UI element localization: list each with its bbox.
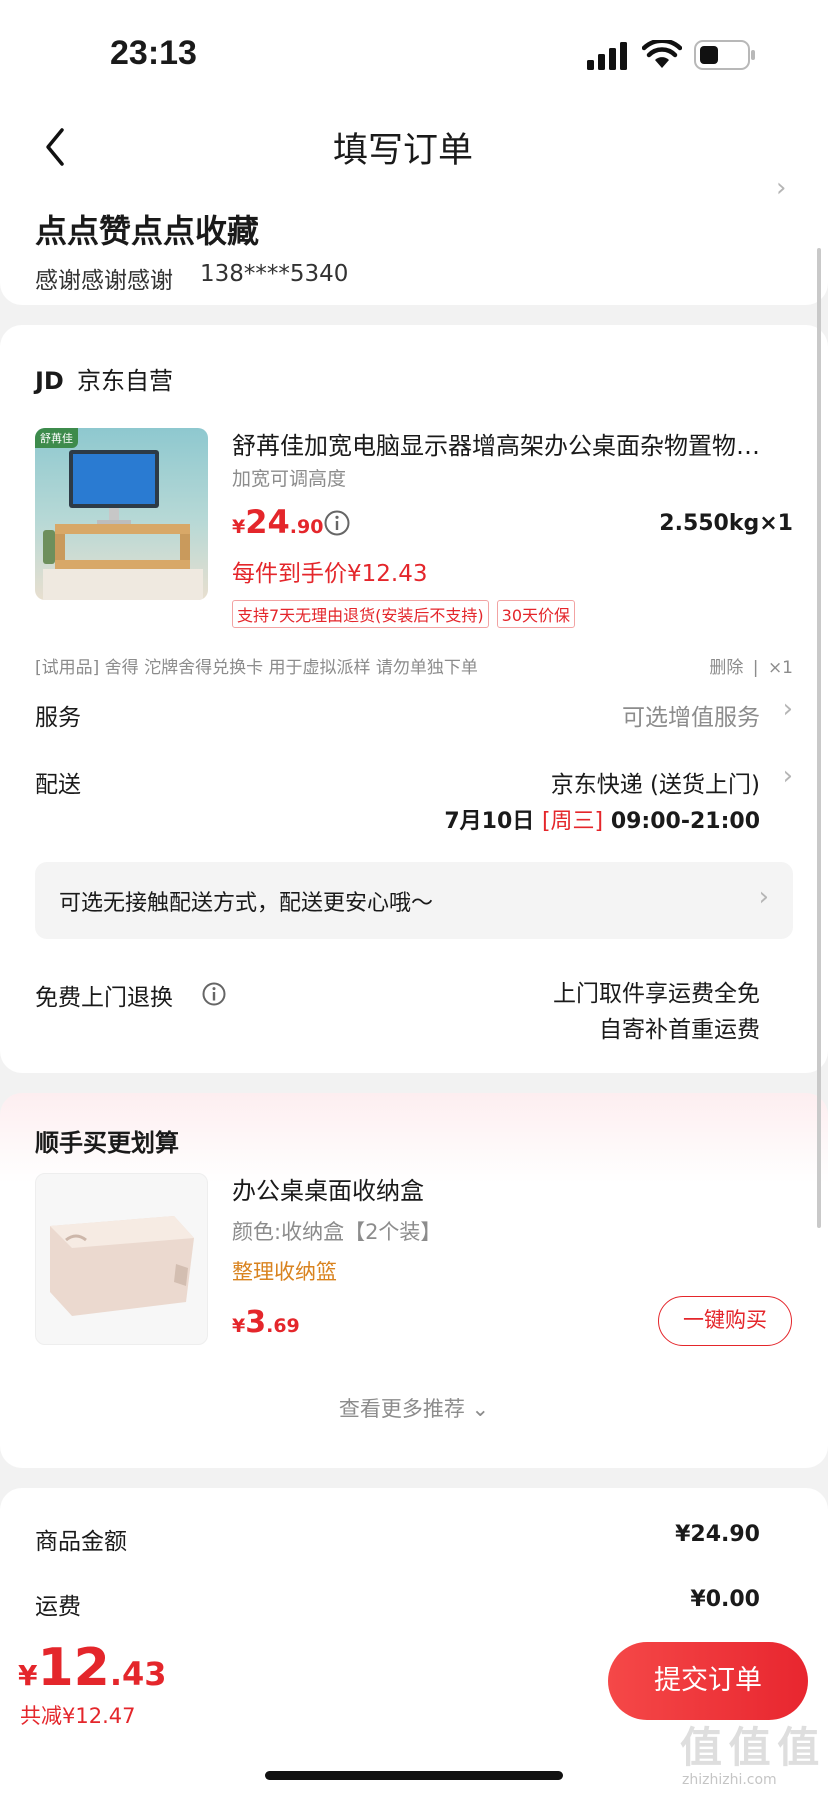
jd-logo-icon: JD <box>35 367 64 395</box>
shop-row: JD 京东自营 <box>35 361 173 396</box>
watermark-logo: 值 值 值 <box>680 1723 819 1772</box>
bottom-bar: ¥12.43 共减¥12.47 提交订单 值 值 值 zhizhizhi.com <box>0 1618 828 1795</box>
address-title: 点点赞点点收藏 <box>35 212 260 250</box>
unit-price: 每件到手价¥12.43 <box>232 561 428 587</box>
recommend-item-price: ¥3.69 <box>232 1305 300 1340</box>
page-title: 填写订单 <box>332 131 473 171</box>
chevron-down-icon: ⌄ <box>471 1397 490 1421</box>
chevron-right-icon: › <box>776 173 787 203</box>
status-time: 23:13 <box>110 34 197 72</box>
scrollbar[interactable] <box>817 248 821 1228</box>
total-price: ¥12.43 <box>18 1638 167 1698</box>
contactless-banner[interactable]: 可选无接触配送方式，配送更安心哦～ › <box>35 862 793 939</box>
trial-quantity: ×1 <box>767 658 793 678</box>
delivery-row[interactable]: 配送 京东快递 (送货上门) › 7月10日 [周三] 09:00-21:00 <box>0 755 828 845</box>
trial-item-text: [试用品] 舍得 沱牌舍得兑换卡 用于虚拟派样 请勿单独下单 <box>35 658 478 678</box>
weight-quantity: 2.550kg×1 <box>659 511 793 536</box>
view-more-label: 查看更多推荐 <box>338 1397 465 1421</box>
recommend-item-name[interactable]: 办公桌桌面收纳盒 <box>232 1171 424 1206</box>
delivery-label: 配送 <box>35 772 81 798</box>
price-symbol: ¥ <box>18 1659 38 1692</box>
shipping-label: 运费 <box>35 1594 81 1620</box>
chevron-right-icon: › <box>758 882 769 912</box>
battery-icon <box>694 40 756 70</box>
view-more-recommendations[interactable]: 查看更多推荐 ⌄ <box>0 1393 828 1423</box>
home-indicator <box>265 1771 563 1780</box>
price-decimal: .90 <box>289 516 324 538</box>
recipient-name: 感谢感谢感谢 <box>35 268 173 294</box>
info-icon[interactable] <box>201 981 227 1007</box>
free-return-label: 免费上门退换 <box>35 985 173 1011</box>
product-spec: 加宽可调高度 <box>232 468 347 490</box>
recommend-title: 顺手买更划算 <box>35 1129 179 1157</box>
delivery-method: 京东快递 (送货上门) <box>550 772 760 798</box>
recommend-item-image[interactable] <box>35 1173 208 1345</box>
price-protect-tag: 30天价保 <box>496 600 576 628</box>
shipping-value: ¥0.00 <box>690 1587 760 1612</box>
return-policy-tag: 支持7天无理由退货(安装后不支持) <box>232 600 489 628</box>
price-decimal: .69 <box>266 1315 300 1337</box>
free-return-line1: 上门取件享运费全免 <box>553 981 760 1007</box>
delivery-time: 7月10日 [周三] 09:00-21:00 <box>444 803 760 835</box>
product-brand-tag: 舒苒佳 <box>35 428 78 448</box>
price-integer: 12 <box>37 1638 110 1698</box>
product-image[interactable]: 舒苒佳 <box>35 428 208 600</box>
recipient-phone: 138****5340 <box>200 261 349 287</box>
product-price: ¥24.90 <box>232 503 323 541</box>
total-discount: 共减¥12.47 <box>20 1704 136 1728</box>
price-integer: 24 <box>245 503 290 541</box>
price-symbol: ¥ <box>232 516 246 538</box>
watermark-url: zhizhizhi.com <box>682 1772 777 1788</box>
goods-amount-label: 商品金额 <box>35 1529 127 1555</box>
signal-icon <box>587 42 631 70</box>
product-tags: 支持7天无理由退货(安装后不支持) 30天价保 <box>232 600 576 628</box>
price-integer: 3 <box>245 1305 267 1340</box>
shop-name: 京东自营 <box>76 367 173 395</box>
chevron-right-icon: › <box>782 694 793 724</box>
delivery-weekday: [周三] <box>541 809 604 834</box>
delivery-hours: 09:00-21:00 <box>610 809 760 834</box>
recommend-card: 顺手买更划算 办公桌桌面收纳盒 颜色:收纳盒【2个装】 整理收纳篮 ¥3.69 … <box>0 1093 828 1468</box>
service-value: 可选增值服务 <box>622 705 760 731</box>
trial-item-actions: 删除 | ×1 <box>709 653 793 678</box>
recommend-item-spec: 颜色:收纳盒【2个装】 <box>232 1220 442 1244</box>
service-row[interactable]: 服务 可选增值服务 › <box>0 690 828 740</box>
delivery-date: 7月10日 <box>444 809 535 834</box>
price-info-icon[interactable] <box>323 509 351 537</box>
separator: | <box>752 658 759 678</box>
recommend-item-tag: 整理收纳篮 <box>232 1260 337 1284</box>
submit-order-button[interactable]: 提交订单 <box>608 1642 808 1720</box>
order-card: JD 京东自营 舒苒佳 舒苒佳加宽电脑显示器增高架办公桌面杂物置物… 加宽可调高… <box>0 325 828 1073</box>
goods-amount-value: ¥24.90 <box>675 1522 760 1547</box>
chevron-right-icon: › <box>782 761 793 791</box>
service-label: 服务 <box>35 705 81 731</box>
contactless-text: 可选无接触配送方式，配送更安心哦～ <box>59 891 434 916</box>
one-click-buy-button[interactable]: 一键购买 <box>658 1296 792 1346</box>
address-card[interactable]: 点点赞点点收藏 感谢感谢感谢 138****5340 › <box>0 173 828 305</box>
price-decimal: .43 <box>109 1655 167 1693</box>
product-title[interactable]: 舒苒佳加宽电脑显示器增高架办公桌面杂物置物… <box>232 426 797 461</box>
free-return-line2: 自寄补首重运费 <box>599 1017 760 1043</box>
delete-link[interactable]: 删除 <box>709 658 743 678</box>
price-symbol: ¥ <box>232 1315 246 1337</box>
wifi-icon <box>642 40 682 70</box>
